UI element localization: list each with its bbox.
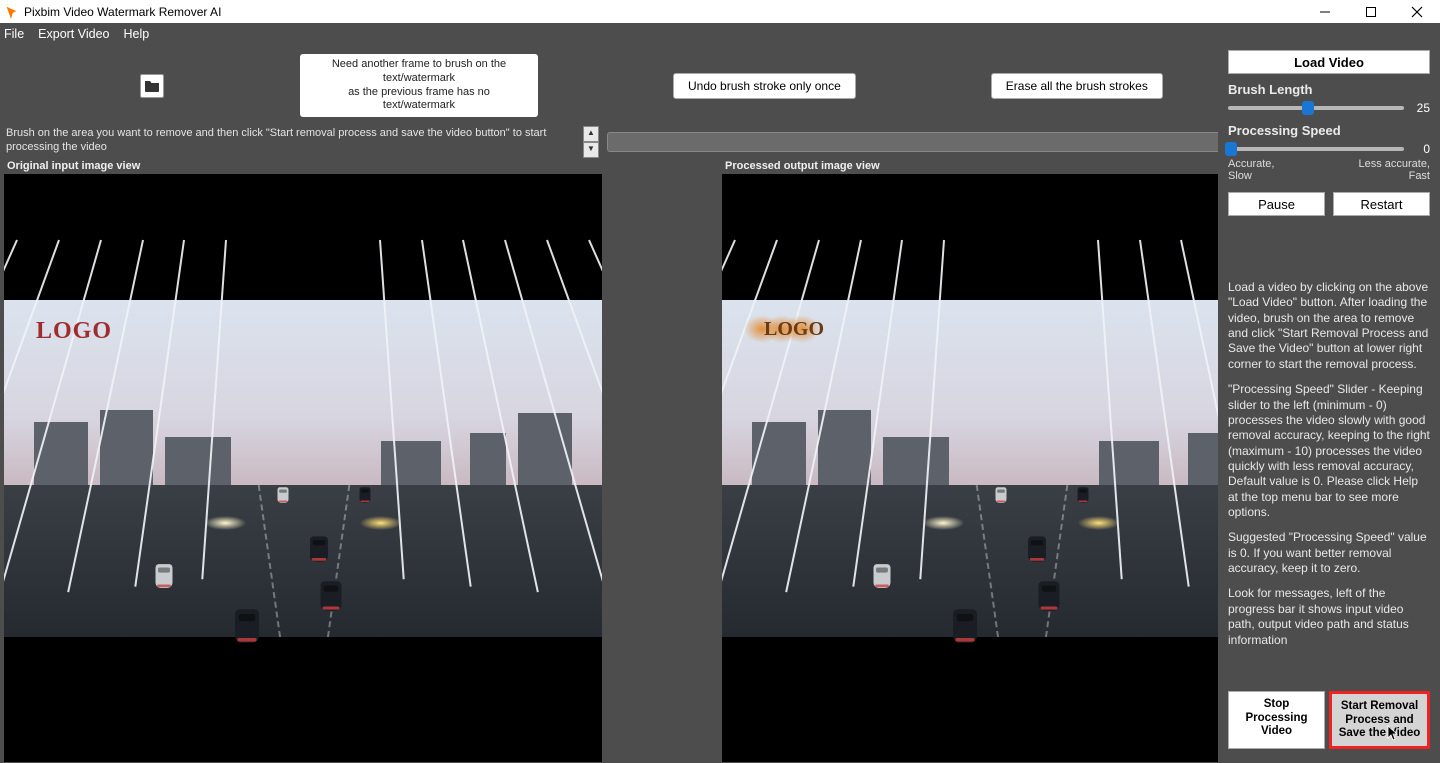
maximize-button[interactable]: [1348, 0, 1394, 23]
start-removal-label: Start Removal Process and Save the Video: [1339, 700, 1421, 738]
stepper-up-icon[interactable]: ▲: [583, 126, 599, 142]
speed-right-label: Less accurate, Fast: [1340, 158, 1430, 182]
original-view[interactable]: LOGO: [4, 174, 602, 762]
close-button[interactable]: [1394, 0, 1440, 23]
brush-length-slider[interactable]: [1228, 106, 1404, 110]
brush-length-value: 25: [1408, 101, 1430, 115]
load-video-button[interactable]: Load Video: [1228, 50, 1430, 74]
stop-processing-button[interactable]: Stop Processing Video: [1228, 691, 1325, 749]
brush-overlay: LOGO: [740, 310, 828, 348]
title-bar: Pixbim Video Watermark Remover AI: [0, 0, 1440, 23]
processing-speed-value: 0: [1408, 142, 1430, 156]
processing-speed-thumb[interactable]: [1225, 142, 1237, 156]
minimize-button[interactable]: [1302, 0, 1348, 23]
menu-export-video[interactable]: Export Video: [38, 27, 109, 41]
brush-length-thumb[interactable]: [1302, 101, 1314, 115]
speed-left-label: Accurate, Slow: [1228, 158, 1298, 182]
undo-brush-button[interactable]: Undo brush stroke only once: [673, 73, 856, 99]
start-removal-button[interactable]: Start Removal Process and Save the Video: [1329, 691, 1430, 749]
menu-bar: File Export Video Help: [0, 23, 1440, 45]
stepper-down-icon[interactable]: ▼: [583, 142, 599, 158]
brush-length-label: Brush Length: [1228, 82, 1430, 97]
cursor-icon: [1387, 725, 1399, 741]
frame-hint-line1: Need another frame to brush on the text/…: [311, 58, 527, 86]
open-folder-button[interactable]: [140, 74, 164, 98]
frame-stepper[interactable]: ▲ ▼: [583, 126, 599, 158]
frame-hint-box[interactable]: Need another frame to brush on the text/…: [300, 54, 538, 117]
frame-hint-line2: as the previous frame has no text/waterm…: [311, 86, 527, 114]
watermark-logo: LOGO: [36, 318, 112, 345]
original-view-title: Original input image view: [4, 158, 718, 174]
menu-help[interactable]: Help: [124, 27, 150, 41]
processing-speed-slider[interactable]: [1228, 147, 1404, 151]
restart-button[interactable]: Restart: [1333, 192, 1430, 216]
window-title: Pixbim Video Watermark Remover AI: [24, 5, 221, 19]
processing-speed-label: Processing Speed: [1228, 123, 1430, 138]
help-text: Load a video by clicking on the above "L…: [1228, 280, 1430, 658]
erase-all-button[interactable]: Erase all the brush strokes: [991, 73, 1163, 99]
menu-file[interactable]: File: [4, 27, 24, 41]
pause-button[interactable]: Pause: [1228, 192, 1325, 216]
right-panel: Load Video Brush Length 25 Processing Sp…: [1218, 44, 1440, 763]
brush-overlay-text: LOGO: [764, 318, 824, 341]
status-text: Brush on the area you want to remove and…: [0, 126, 583, 158]
app-logo-icon: [4, 5, 18, 19]
